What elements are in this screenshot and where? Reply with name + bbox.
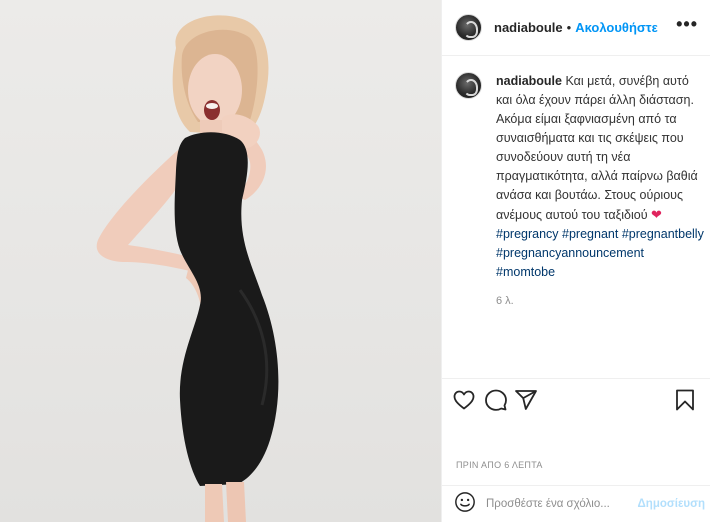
red-heart-emoji-icon: ❤ [651, 207, 662, 222]
avatar[interactable] [455, 14, 482, 41]
hashtag-link[interactable]: #pregrancy [496, 227, 559, 241]
bookmark-icon[interactable] [673, 388, 697, 412]
hashtag-link[interactable]: #pregnancyannouncement [496, 246, 644, 260]
caption-text: Και μετά, συνέβη αυτό και όλα έχουν πάρε… [496, 74, 698, 222]
caption-body: nadiaboule Και μετά, συνέβη αυτό και όλα… [496, 72, 705, 311]
caption-relative-time[interactable]: 6 λ. [496, 292, 705, 311]
pregnant-woman-photo [96, 15, 279, 522]
divider [442, 378, 710, 379]
comment-input[interactable] [486, 498, 626, 510]
hashtag-link[interactable]: #momtobe [496, 265, 555, 279]
separator-dot: • [566, 20, 572, 35]
heart-outline-icon[interactable] [452, 388, 476, 412]
caption-username[interactable]: nadiaboule [496, 74, 562, 88]
paper-plane-icon[interactable] [514, 388, 538, 412]
speech-bubble-icon[interactable] [484, 388, 508, 412]
hashtag-list: #pregrancy #pregnant #pregnantbelly #pre… [496, 227, 704, 279]
more-options-icon[interactable]: ••• [676, 15, 698, 33]
caption-avatar[interactable] [455, 72, 482, 99]
hashtag-link[interactable]: #pregnantbelly [622, 227, 704, 241]
action-bar [452, 388, 702, 414]
post-side-panel: nadiaboule • Ακολουθήστε ••• nadiaboule … [441, 0, 710, 522]
caption: nadiaboule Και μετά, συνέβη αυτό και όλα… [455, 72, 705, 311]
comment-bar: Δημοσίευση [442, 485, 710, 522]
post-username[interactable]: nadiaboule [494, 20, 563, 35]
post-photo[interactable] [0, 0, 441, 522]
hashtag-link[interactable]: #pregnant [562, 227, 618, 241]
post-comment-button[interactable]: Δημοσίευση [638, 498, 705, 510]
post-timestamp[interactable]: ΠΡΙΝ ΑΠΟ 6 ΛΕΠΤΑ [456, 460, 543, 470]
smiley-face-icon[interactable] [454, 491, 476, 518]
post-header: nadiaboule • Ακολουθήστε ••• [442, 0, 710, 56]
follow-button[interactable]: Ακολουθήστε [575, 20, 658, 35]
